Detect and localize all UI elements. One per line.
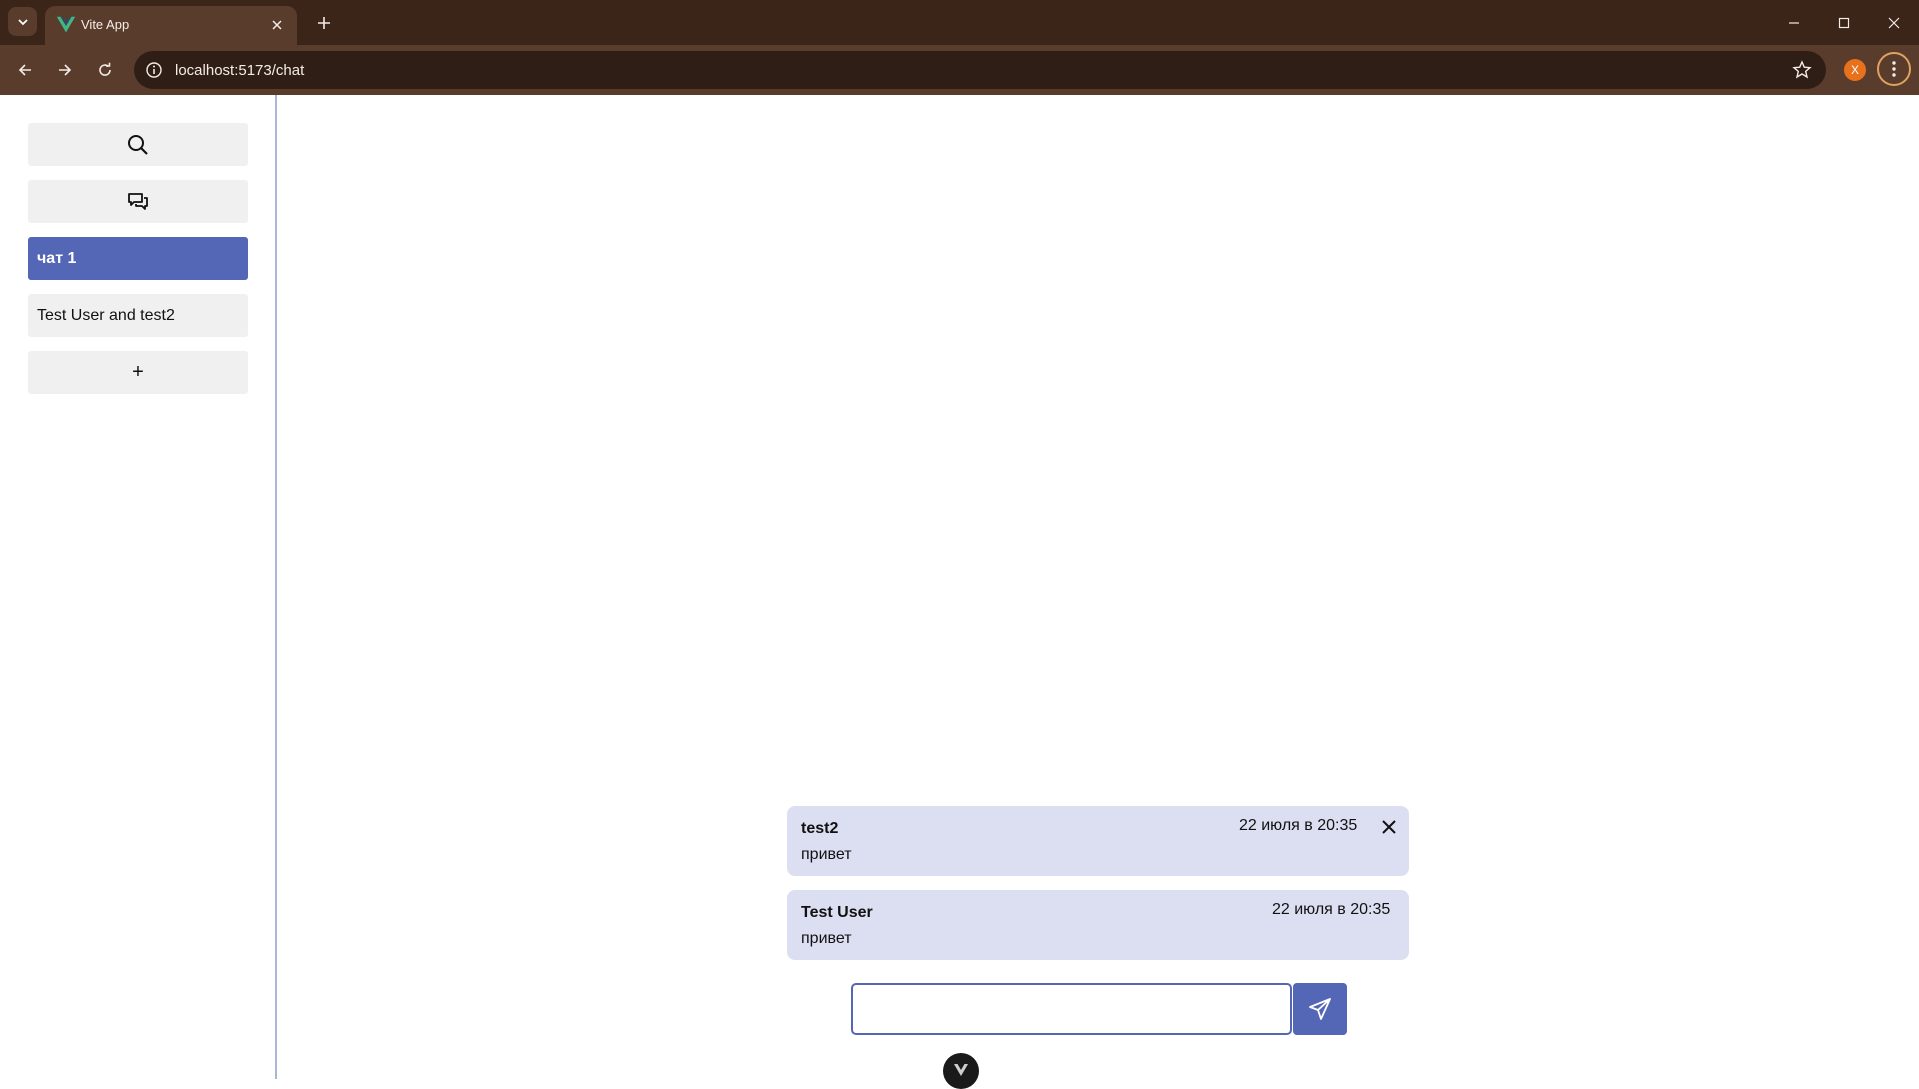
search-icon — [128, 134, 148, 155]
browser-titlebar: Vite App — [0, 0, 1919, 45]
profile-avatar[interactable]: X — [1844, 59, 1866, 81]
chat-list-item-label: чат 1 — [37, 249, 77, 267]
message: Test User 22 июля в 20:35 привет — [787, 890, 1409, 960]
send-button[interactable] — [1293, 983, 1347, 1035]
chat-list-item[interactable]: чат 1 — [28, 237, 248, 280]
address-url[interactable]: localhost:5173/chat — [175, 62, 304, 79]
tab-close-button[interactable] — [267, 15, 287, 35]
message-time: 22 июля в 20:35 — [1272, 901, 1391, 918]
browser-toolbar: localhost:5173/chat X — [0, 45, 1919, 95]
vue-logo-icon — [954, 1064, 968, 1076]
add-chat-button[interactable]: + — [28, 351, 248, 394]
chats-button[interactable] — [28, 180, 248, 223]
send-icon — [1309, 998, 1331, 1020]
browser-menu-button[interactable] — [1877, 52, 1911, 86]
reload-icon — [99, 62, 111, 76]
reload-button[interactable] — [90, 56, 120, 84]
browser-tab[interactable]: Vite App — [45, 6, 297, 45]
minimize-button[interactable] — [1771, 8, 1817, 38]
message-author: Test User — [801, 904, 873, 921]
tab-search-button[interactable] — [8, 7, 37, 36]
close-window-button[interactable] — [1871, 8, 1917, 38]
message-author: test2 — [801, 820, 839, 837]
message-text: привет — [801, 846, 852, 863]
maximize-icon — [1838, 17, 1850, 29]
arrow-left-icon — [18, 64, 31, 76]
close-icon — [1888, 17, 1900, 29]
chevron-down-icon — [17, 18, 28, 25]
message-text: привет — [801, 930, 852, 947]
close-icon — [272, 20, 282, 30]
message-time: 22 июля в 20:35 — [1239, 817, 1358, 834]
vue-devtools-button[interactable] — [943, 1053, 979, 1089]
more-vertical-icon — [1892, 61, 1896, 77]
message-input[interactable] — [851, 983, 1292, 1035]
chat-sidebar: чат 1 Test User and test2 + — [0, 95, 277, 1079]
info-icon[interactable] — [144, 60, 164, 80]
plus-icon — [318, 17, 330, 29]
vue-logo-icon — [56, 16, 76, 33]
chat-list-item[interactable]: Test User and test2 — [28, 294, 248, 337]
chat-bubbles-icon — [128, 192, 148, 210]
message: test2 22 июля в 20:35 привет — [787, 806, 1409, 876]
maximize-button[interactable] — [1821, 8, 1867, 38]
arrow-right-icon — [59, 64, 72, 76]
chat-main: test2 22 июля в 20:35 привет Test User 2… — [277, 95, 1919, 1089]
minimize-icon — [1789, 22, 1799, 24]
search-button[interactable] — [28, 123, 248, 166]
delete-message-button[interactable] — [1377, 815, 1401, 839]
add-chat-label: + — [132, 361, 144, 383]
close-icon — [1382, 820, 1396, 834]
forward-button[interactable] — [50, 56, 80, 84]
address-bar[interactable]: localhost:5173/chat — [134, 51, 1826, 89]
chat-list-item-label: Test User and test2 — [37, 306, 175, 324]
tab-title: Vite App — [81, 17, 130, 32]
bookmark-star-icon[interactable] — [1792, 60, 1812, 80]
back-button[interactable] — [10, 56, 40, 84]
new-tab-button[interactable] — [310, 10, 338, 36]
